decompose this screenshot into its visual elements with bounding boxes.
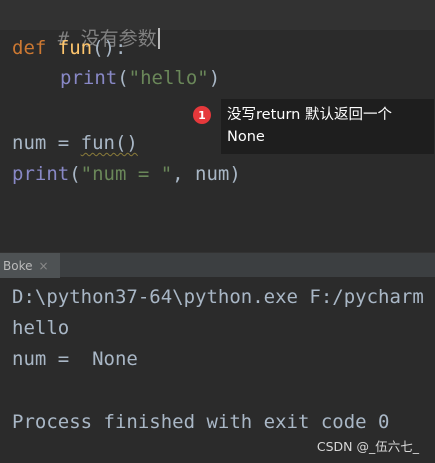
text-cursor xyxy=(157,28,160,49)
keyword-def: def xyxy=(12,37,47,59)
builtin-print: print xyxy=(12,163,70,185)
console-line-hello: hello xyxy=(12,317,70,339)
console-line-exit: Process finished with exit code 0 xyxy=(12,411,390,433)
close-icon[interactable]: × xyxy=(38,259,48,273)
annotation-tooltip: 没写return 默认返回一个 None xyxy=(221,99,434,154)
console-line-num: num = None xyxy=(12,348,138,370)
run-tab-label: Boke xyxy=(3,258,33,273)
function-signature: (): xyxy=(92,37,127,59)
variable-name: num xyxy=(12,132,47,154)
string-literal: "hello" xyxy=(128,67,209,89)
tooltip-line-2: None xyxy=(227,129,265,145)
function-call: fun() xyxy=(80,132,138,154)
function-name: fun xyxy=(57,37,93,59)
assign-operator: = xyxy=(46,132,81,154)
builtin-print: print xyxy=(60,67,118,89)
run-panel-header: Boke × xyxy=(0,252,435,278)
paren-open: ( xyxy=(69,163,81,185)
code-line-2[interactable]: def fun(): xyxy=(12,36,126,60)
csdn-watermark: CSDN @_伍六七_ xyxy=(316,439,419,454)
string-literal: "num = " xyxy=(80,163,173,185)
code-line-3[interactable]: print("hello") xyxy=(60,66,220,90)
tooltip-line-1: 没写return 默认返回一个 xyxy=(227,107,392,123)
paren-open: ( xyxy=(117,67,129,89)
console-line-command: D:\python37-64\python.exe F:/pycharm xyxy=(12,286,424,308)
print-args: , num) xyxy=(172,163,241,185)
code-line-6[interactable]: print("num = ", num) xyxy=(12,162,241,186)
paren-close: ) xyxy=(208,67,221,89)
run-tab-boke[interactable]: Boke × xyxy=(0,253,60,278)
code-line-5[interactable]: num = fun() xyxy=(12,131,138,155)
annotation-badge: 1 xyxy=(193,106,211,124)
